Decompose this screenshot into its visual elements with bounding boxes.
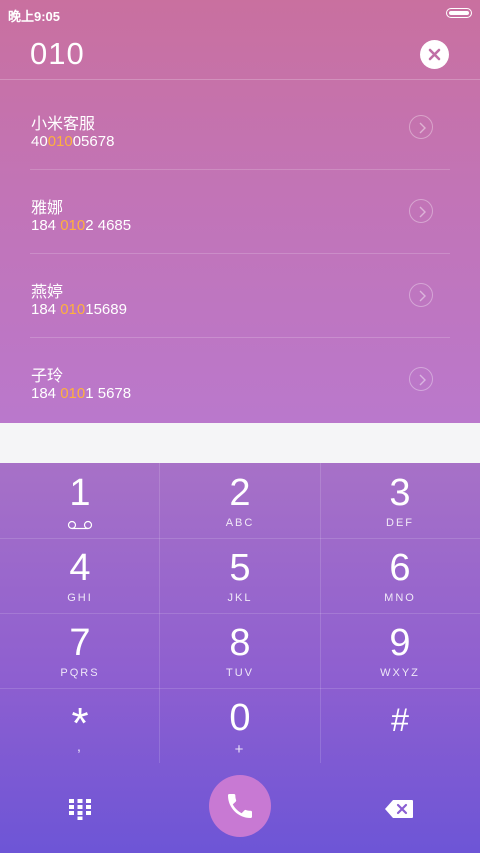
contact-detail-button[interactable] bbox=[409, 283, 433, 307]
key-6[interactable]: 6 MNO bbox=[320, 538, 480, 613]
contact-name: 燕婷 bbox=[31, 284, 64, 301]
match-highlight: 010 bbox=[60, 385, 86, 402]
search-results-panel: 晚上9:05 010 小米客服 4001005678 雅娜 184 0102 4… bbox=[0, 0, 480, 423]
dialer-action-bar bbox=[0, 763, 480, 853]
key-1[interactable]: 1 bbox=[0, 463, 160, 538]
chevron-right-icon bbox=[419, 206, 426, 218]
key-2[interactable]: 2 ABC bbox=[160, 463, 320, 538]
key-3[interactable]: 3 DEF bbox=[320, 463, 480, 538]
backspace-icon bbox=[385, 800, 413, 818]
key-hash[interactable]: # bbox=[320, 688, 480, 763]
key-7[interactable]: 7 PQRS bbox=[0, 613, 160, 688]
key-4[interactable]: 4 GHI bbox=[0, 538, 160, 613]
key-star[interactable]: *, bbox=[0, 688, 160, 763]
dialpad-toggle-button[interactable] bbox=[68, 798, 92, 825]
match-highlight: 010 bbox=[60, 217, 86, 234]
contact-phone: 4001005678 bbox=[31, 133, 115, 150]
contact-name: 子玲 bbox=[31, 368, 64, 385]
status-time: 晚上9:05 bbox=[8, 9, 61, 24]
match-highlight: 010 bbox=[60, 301, 86, 318]
battery-icon bbox=[446, 8, 472, 18]
contact-row[interactable]: 燕婷 184 01015689 bbox=[0, 254, 480, 338]
contact-phone: 184 0101 5678 bbox=[31, 385, 132, 402]
contact-detail-button[interactable] bbox=[409, 367, 433, 391]
contact-list: 小米客服 4001005678 雅娜 184 0102 4685 燕婷 184 … bbox=[0, 86, 480, 422]
contact-row[interactable]: 子玲 184 0101 5678 bbox=[0, 338, 480, 422]
contact-detail-button[interactable] bbox=[409, 115, 433, 139]
key-0[interactable]: 0 + bbox=[160, 688, 320, 763]
dialpad-icon bbox=[69, 799, 91, 820]
close-icon bbox=[428, 48, 441, 61]
contact-row[interactable]: 小米客服 4001005678 bbox=[0, 86, 480, 170]
chevron-right-icon bbox=[419, 290, 426, 302]
contact-name: 小米客服 bbox=[31, 116, 96, 133]
chevron-right-icon bbox=[419, 374, 426, 386]
voicemail-icon bbox=[67, 520, 93, 530]
chevron-right-icon bbox=[419, 122, 426, 134]
dialed-number: 010 bbox=[30, 36, 85, 71]
key-9[interactable]: 9 WXYZ bbox=[320, 613, 480, 688]
key-8[interactable]: 8 TUV bbox=[160, 613, 320, 688]
phone-icon bbox=[228, 794, 252, 818]
contact-detail-button[interactable] bbox=[409, 199, 433, 223]
call-button[interactable] bbox=[209, 775, 271, 837]
divider bbox=[0, 79, 480, 80]
contact-phone: 184 01015689 bbox=[31, 301, 127, 318]
list-spacer bbox=[0, 423, 480, 463]
contact-name: 雅娜 bbox=[31, 200, 64, 217]
delete-button[interactable] bbox=[384, 799, 414, 824]
status-bar: 晚上9:05 bbox=[0, 0, 480, 26]
match-highlight: 010 bbox=[47, 133, 73, 150]
clear-number-button[interactable] bbox=[420, 40, 449, 69]
contact-row[interactable]: 雅娜 184 0102 4685 bbox=[0, 170, 480, 254]
contact-phone: 184 0102 4685 bbox=[31, 217, 132, 234]
key-5[interactable]: 5 JKL bbox=[160, 538, 320, 613]
